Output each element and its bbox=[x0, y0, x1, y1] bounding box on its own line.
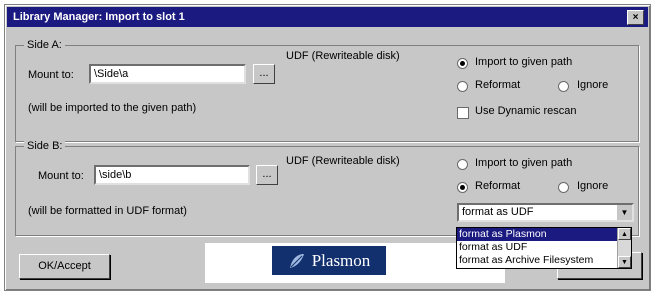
side-a-reformat-radio[interactable] bbox=[457, 81, 468, 92]
side-b-browse-button[interactable]: ... bbox=[256, 165, 278, 185]
side-b-mount-input[interactable] bbox=[94, 165, 250, 185]
side-a-ignore-radio[interactable] bbox=[558, 81, 569, 92]
side-b-ignore-label[interactable]: Ignore bbox=[577, 180, 608, 192]
side-a-dynamic-rescan-label[interactable]: Use Dynamic rescan bbox=[475, 105, 576, 117]
format-select-value: format as UDF bbox=[462, 206, 534, 218]
format-dropdown-list[interactable]: format as Plasmon format as UDF format a… bbox=[456, 227, 632, 269]
ok-accept-button[interactable]: OK/Accept bbox=[19, 254, 110, 279]
side-a-legend: Side A: bbox=[24, 39, 65, 51]
side-a-import-label[interactable]: Import to given path bbox=[475, 56, 572, 68]
format-option-archive[interactable]: format as Archive Filesystem bbox=[457, 254, 631, 267]
side-a-mount-label: Mount to: bbox=[28, 69, 74, 81]
side-b-format-select[interactable]: format as UDF ▼ bbox=[457, 203, 634, 222]
plasmon-leaf-icon bbox=[289, 253, 304, 268]
side-b-legend: Side B: bbox=[24, 140, 66, 152]
close-button[interactable]: × bbox=[627, 10, 644, 25]
side-b-disk-type: UDF (Rewriteable disk) bbox=[286, 155, 400, 167]
format-option-plasmon[interactable]: format as Plasmon bbox=[457, 228, 631, 241]
dropdown-scrollbar[interactable]: ▲ ▼ bbox=[617, 228, 631, 268]
side-b-group: Side B: Mount to: ... UDF (Rewriteable d… bbox=[15, 140, 639, 236]
side-a-browse-button[interactable]: ... bbox=[253, 64, 275, 84]
side-a-group: Side A: Mount to: ... UDF (Rewriteable d… bbox=[15, 39, 639, 142]
scroll-down-icon[interactable]: ▼ bbox=[618, 256, 631, 268]
side-b-reformat-label[interactable]: Reformat bbox=[475, 180, 520, 192]
title-bar: Library Manager: Import to slot 1 × bbox=[7, 7, 648, 27]
import-dialog: Library Manager: Import to slot 1 × Side… bbox=[4, 4, 651, 291]
window-title: Library Manager: Import to slot 1 bbox=[13, 11, 185, 23]
side-a-note: (will be imported to the given path) bbox=[28, 102, 197, 114]
side-a-ignore-label[interactable]: Ignore bbox=[577, 79, 608, 91]
side-a-disk-type: UDF (Rewriteable disk) bbox=[286, 50, 400, 62]
plasmon-logo: Plasmon bbox=[272, 246, 386, 275]
side-b-mount-label: Mount to: bbox=[38, 170, 84, 182]
side-a-mount-input[interactable] bbox=[89, 64, 246, 84]
side-a-dynamic-rescan-checkbox[interactable] bbox=[457, 107, 469, 119]
side-b-import-label[interactable]: Import to given path bbox=[475, 157, 572, 169]
side-a-import-radio[interactable] bbox=[457, 58, 468, 69]
format-option-udf[interactable]: format as UDF bbox=[457, 241, 631, 254]
side-b-note: (will be formatted in UDF format) bbox=[28, 205, 187, 217]
side-b-import-radio[interactable] bbox=[457, 159, 468, 170]
chevron-down-icon[interactable]: ▼ bbox=[616, 205, 632, 220]
side-b-ignore-radio[interactable] bbox=[558, 182, 569, 193]
side-a-reformat-label[interactable]: Reformat bbox=[475, 79, 520, 91]
scroll-up-icon[interactable]: ▲ bbox=[618, 228, 631, 240]
logo-text: Plasmon bbox=[311, 250, 371, 270]
side-b-reformat-radio[interactable] bbox=[457, 182, 468, 193]
